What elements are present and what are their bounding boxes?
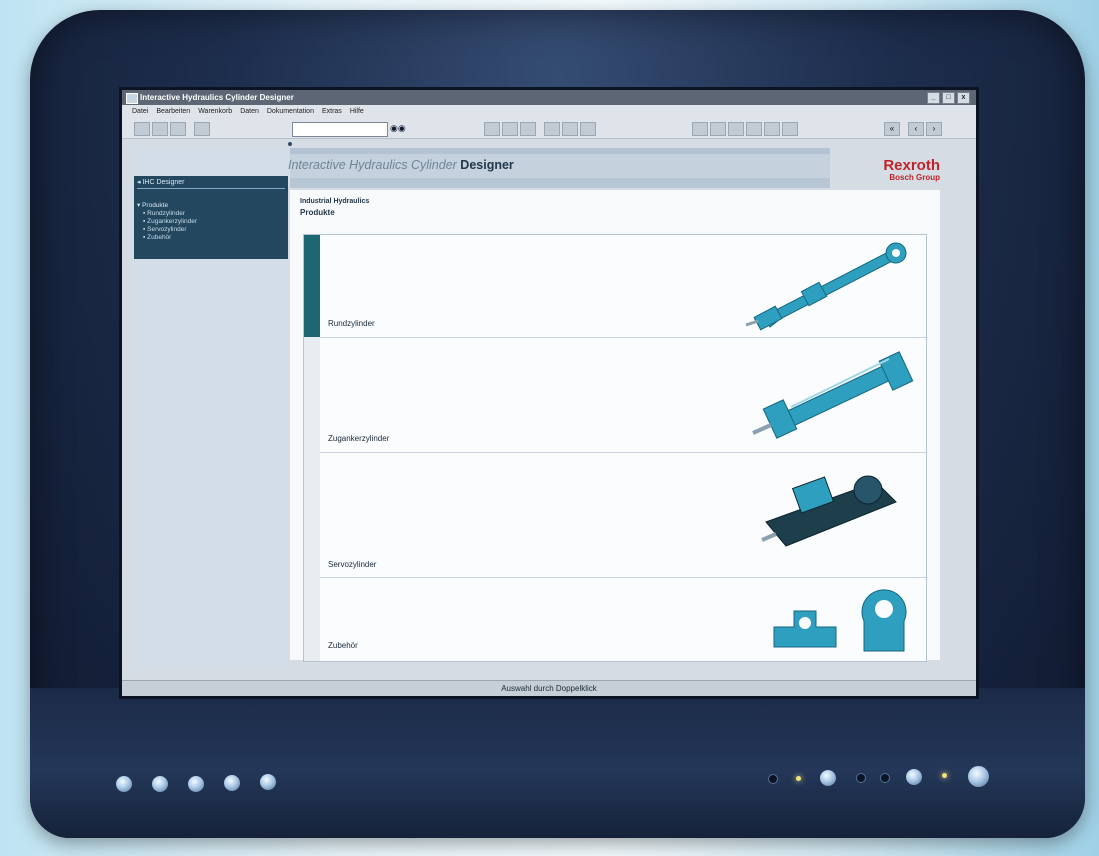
folder-icon[interactable] (544, 122, 560, 136)
nav-first-button[interactable]: « (884, 122, 900, 136)
menu-hilfe[interactable]: Hilfe (350, 105, 364, 118)
minimize-button[interactable]: _ (927, 92, 940, 104)
menu-extras[interactable]: Extras (322, 105, 342, 118)
nav-prev-button[interactable]: ‹ (908, 122, 924, 136)
status-bar: Auswahl durch Doppelklick (122, 680, 976, 696)
sidebar-head[interactable]: ◂ IHC Designer (137, 178, 285, 189)
screen: Interactive Hydraulics Cylinder Designer… (122, 90, 976, 696)
open-icon[interactable] (152, 122, 168, 136)
monitor-button-4[interactable] (224, 775, 240, 791)
cut-icon[interactable] (520, 122, 536, 136)
sidebar-item-rundzylinder[interactable]: ▪ Rundzylinder (143, 210, 185, 218)
menu-warenkorb[interactable]: Warenkorb (198, 105, 232, 118)
calc-icon[interactable] (746, 122, 762, 136)
binoculars-icon[interactable]: ◉◉ (390, 122, 406, 134)
cart-icon[interactable] (728, 122, 744, 136)
product-label: Servozylinder (328, 560, 377, 569)
nav-next-button[interactable]: › (926, 122, 942, 136)
product-list: Rundzylinder Zugankerzylinder Servozylin… (303, 234, 927, 662)
sidebar-item-label: Zubehör (147, 234, 172, 241)
menu-datei[interactable]: Datei (132, 105, 148, 118)
sidebar-section[interactable]: ▾ Produkte (137, 202, 168, 210)
indicator-ring (880, 773, 890, 783)
indicator-ring (856, 773, 866, 783)
monitor-button-8[interactable] (968, 766, 989, 787)
menu-bar: Datei Bearbeiten Warenkorb Daten Dokumen… (122, 105, 976, 118)
header-dot (288, 142, 292, 146)
copy-icon[interactable] (484, 122, 500, 136)
sidebar-item-zugankerzylinder[interactable]: ▪ Zugankerzylinder (143, 218, 197, 226)
product-row-servozylinder[interactable]: Servozylinder (304, 452, 926, 578)
print-icon[interactable] (170, 122, 186, 136)
monitor-lower-bezel (30, 688, 1085, 838)
sidebar: ◂ IHC Designer ▾ Produkte ▪ Rundzylinder… (134, 148, 288, 668)
product-row-rundzylinder[interactable]: Rundzylinder (304, 235, 926, 338)
menu-daten[interactable]: Daten (240, 105, 259, 118)
paste-icon[interactable] (502, 122, 518, 136)
breadcrumb: Industrial Hydraulics (300, 198, 370, 205)
search-input[interactable] (292, 122, 388, 137)
page-title: Interactive Hydraulics Cylinder Designer (288, 158, 514, 172)
sidebar-section-label: Produkte (142, 202, 169, 209)
logo-group: Bosch Group (889, 173, 940, 182)
page-title-prefix: Interactive Hydraulics Cylinder (288, 158, 457, 172)
selection-bar (304, 235, 320, 337)
close-button[interactable]: x (957, 92, 970, 104)
product-label: Zubehör (328, 641, 358, 650)
power-led (796, 776, 801, 781)
rundzylinder-image (745, 242, 907, 331)
monitor-button-1[interactable] (116, 776, 132, 792)
main-content: Industrial Hydraulics Produkte Rundzylin… (290, 190, 940, 662)
product-row-zubehoer[interactable]: Zubehör (304, 577, 926, 661)
monitor-button-2[interactable] (152, 776, 168, 792)
zubehoer-image (773, 589, 907, 652)
sidebar-item-label: Zugankerzylinder (147, 218, 197, 225)
product-label: Zugankerzylinder (328, 434, 390, 443)
save-icon[interactable] (562, 122, 578, 136)
delete-icon[interactable] (580, 122, 596, 136)
monitor-button-5[interactable] (260, 774, 276, 790)
product-label: Rundzylinder (328, 319, 375, 328)
selection-bar (304, 577, 320, 661)
app-icon (126, 93, 138, 104)
info-icon[interactable] (764, 122, 780, 136)
sidebar-item-label: Servozylinder (147, 226, 187, 233)
status-led (942, 773, 947, 778)
help-icon[interactable] (782, 122, 798, 136)
menu-dokumentation[interactable]: Dokumentation (267, 105, 314, 118)
sidebar-item-servozylinder[interactable]: ▪ Servozylinder (143, 226, 187, 234)
header-accent (290, 148, 830, 154)
sidebar-head-label: IHC Designer (142, 179, 185, 186)
section-title: Produkte (300, 208, 335, 217)
tool-icon-1[interactable] (692, 122, 708, 136)
logo-brand: Rexroth (883, 157, 940, 174)
product-row-zugankerzylinder[interactable]: Zugankerzylinder (304, 337, 926, 453)
maximize-button[interactable]: □ (942, 92, 955, 104)
title-bar: Interactive Hydraulics Cylinder Designer… (122, 90, 976, 105)
selection-bar (304, 452, 320, 577)
toolbar: ◉◉ « ‹ › (122, 118, 976, 139)
rexroth-logo: Rexroth Bosch Group (883, 158, 940, 182)
servozylinder-image (761, 475, 897, 547)
monitor-button-7[interactable] (906, 769, 922, 785)
monitor-button-3[interactable] (188, 776, 204, 792)
header-lower (290, 178, 830, 188)
window-controls: _ □ x (927, 92, 970, 104)
menu-bearbeiten[interactable]: Bearbeiten (156, 105, 190, 118)
sidebar-item-zubehoer[interactable]: ▪ Zubehör (143, 234, 171, 242)
indicator-ring (768, 774, 778, 784)
tool-icon-2[interactable] (710, 122, 726, 136)
new-document-icon[interactable] (134, 122, 150, 136)
preview-icon[interactable] (194, 122, 210, 136)
page-title-strong: Designer (460, 158, 514, 172)
window-title: Interactive Hydraulics Cylinder Designer (140, 93, 294, 102)
selection-bar (304, 337, 320, 452)
sidebar-item-label: Rundzylinder (147, 210, 186, 217)
zugankerzylinder-image (752, 351, 914, 439)
sidebar-nav-panel: ◂ IHC Designer ▾ Produkte ▪ Rundzylinder… (134, 176, 288, 259)
monitor-button-6[interactable] (820, 770, 836, 786)
